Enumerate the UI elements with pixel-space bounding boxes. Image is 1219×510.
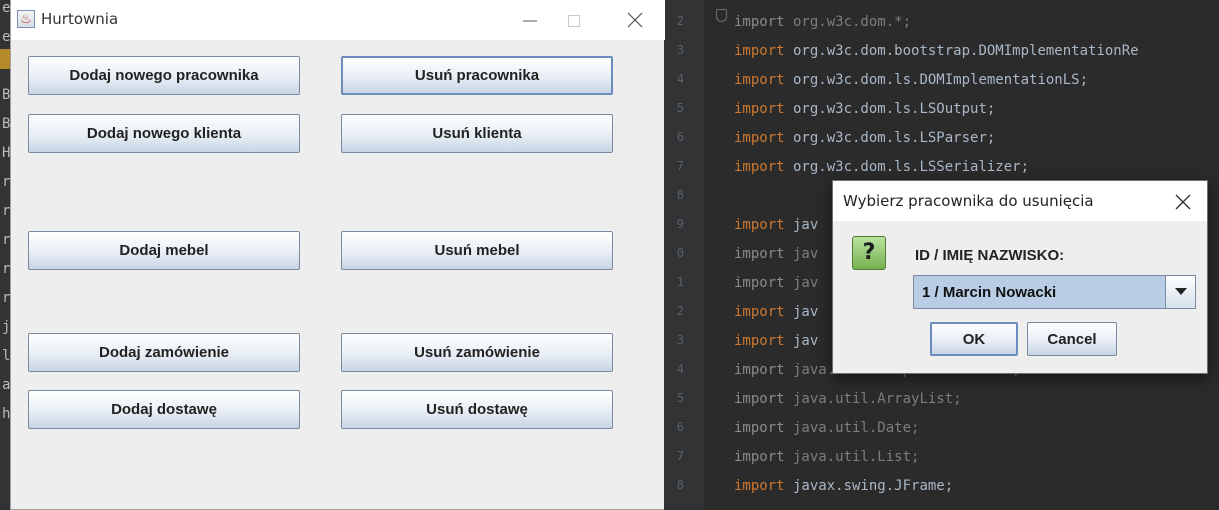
code-line: import jav <box>734 302 818 322</box>
code-identifier: java.util.ArrayList; <box>784 391 962 407</box>
code-line: import jav <box>734 244 818 264</box>
code-identifier: org.w3c.dom.bootstrap.DOMImplementationR… <box>784 43 1139 59</box>
code-keyword: import <box>734 159 785 175</box>
maximize-button[interactable] <box>554 6 594 34</box>
code-line: import org.w3c.dom.*; <box>734 12 911 32</box>
line-number: 8 <box>676 478 684 492</box>
code-line: import java.util.List; <box>734 447 919 467</box>
code-identifier: jav <box>784 333 819 349</box>
code-identifier: org.w3c.dom.ls.LSSerializer; <box>784 159 1030 175</box>
code-identifier: org.w3c.dom.ls.DOMImplementationLS; <box>784 72 1089 88</box>
code-line: import org.w3c.dom.ls.DOMImplementationL… <box>734 70 1088 90</box>
select-arrow-button[interactable] <box>1165 276 1195 308</box>
line-number: 4 <box>676 72 684 86</box>
code-keyword: import <box>734 72 785 88</box>
code-identifier: java.util.Date; <box>784 420 920 436</box>
ok-button[interactable]: OK <box>930 322 1018 356</box>
line-number: 8 <box>676 188 684 202</box>
dialog-title: Wybierz pracownika do usunięcia <box>843 192 1094 210</box>
line-number: 6 <box>676 420 684 434</box>
add-order-button[interactable]: Dodaj zamówienie <box>28 333 300 372</box>
hurtownia-window: ♨ Hurtownia Dodaj nowego pracownika Usuń… <box>10 0 665 510</box>
line-number: 4 <box>676 362 684 376</box>
cancel-button[interactable]: Cancel <box>1027 322 1117 356</box>
code-line: import jav <box>734 273 818 293</box>
code-keyword: import <box>734 304 785 320</box>
line-number: 7 <box>676 449 684 463</box>
code-keyword: import <box>734 217 785 233</box>
code-line: import javax.swing.JFrame; <box>734 476 953 496</box>
line-number: 6 <box>676 130 684 144</box>
code-keyword: import <box>734 449 785 465</box>
close-icon <box>627 12 643 28</box>
window-title-bar[interactable]: ♨ Hurtownia <box>11 0 665 40</box>
remove-order-button[interactable]: Usuń zamówienie <box>341 333 613 372</box>
line-number: 5 <box>676 391 684 405</box>
code-line: import java.util.Date; <box>734 418 919 438</box>
code-identifier: jav <box>784 217 819 233</box>
remove-delivery-button[interactable]: Usuń dostawę <box>341 390 613 429</box>
code-keyword: import <box>734 333 785 349</box>
code-keyword: import <box>734 478 785 494</box>
question-icon: ? <box>852 236 886 270</box>
add-client-button[interactable]: Dodaj nowego klienta <box>28 114 300 153</box>
code-identifier: org.w3c.dom.ls.LSOutput; <box>784 101 996 117</box>
employee-select[interactable]: 1 / Marcin Nowacki <box>913 275 1196 309</box>
close-button[interactable] <box>615 6 655 34</box>
maximize-icon <box>568 15 580 27</box>
code-keyword: import <box>734 246 785 262</box>
code-line: import org.w3c.dom.ls.LSParser; <box>734 128 995 148</box>
code-keyword: import <box>734 420 785 436</box>
editor-line-gutter: 2 3 4 5 6 7 8 9 0 1 2 3 4 5 6 7 8 <box>664 0 704 510</box>
code-identifier: org.w3c.dom.ls.LSParser; <box>784 130 996 146</box>
code-identifier: java.util.List; <box>784 449 920 465</box>
line-number: 9 <box>676 217 684 231</box>
line-number: 2 <box>676 14 684 28</box>
code-keyword: import <box>734 362 785 378</box>
code-identifier: jav <box>784 246 819 262</box>
line-number: 3 <box>676 333 684 347</box>
add-furniture-button[interactable]: Dodaj mebel <box>28 231 300 270</box>
code-identifier: jav <box>784 275 819 291</box>
code-keyword: import <box>734 101 785 117</box>
add-delivery-button[interactable]: Dodaj dostawę <box>28 390 300 429</box>
minimize-icon <box>523 20 537 22</box>
employee-select-value: 1 / Marcin Nowacki <box>922 284 1057 301</box>
code-keyword: import <box>734 275 785 291</box>
add-employee-button[interactable]: Dodaj nowego pracownika <box>28 56 300 95</box>
code-keyword: import <box>734 43 785 59</box>
remove-employee-button[interactable]: Usuń pracownika <box>341 56 613 95</box>
window-title: Hurtownia <box>41 10 119 28</box>
fold-icon[interactable] <box>716 9 727 22</box>
code-line: import org.w3c.dom.bootstrap.DOMImplemen… <box>734 41 1139 61</box>
line-number: 3 <box>676 43 684 57</box>
code-keyword: import <box>734 391 785 407</box>
line-number: 5 <box>676 101 684 115</box>
remove-furniture-button[interactable]: Usuń mebel <box>341 231 613 270</box>
code-identifier: org.w3c.dom.*; <box>784 14 912 30</box>
dialog-message: ID / IMIĘ NAZWISKO: <box>915 247 1065 264</box>
dialog-title-bar[interactable]: Wybierz pracownika do usunięcia <box>833 181 1207 221</box>
code-line: import org.w3c.dom.ls.LSOutput; <box>734 99 995 119</box>
line-number: 2 <box>676 304 684 318</box>
line-number: 1 <box>676 275 684 289</box>
code-line: import java.util.ArrayList; <box>734 389 962 409</box>
code-keyword: import <box>734 14 785 30</box>
code-line: import jav <box>734 215 818 235</box>
line-number: 0 <box>676 246 684 260</box>
chevron-down-icon <box>1175 288 1187 295</box>
code-line: import jav <box>734 331 818 351</box>
code-identifier: javax.swing.JFrame; <box>784 478 954 494</box>
code-identifier: jav <box>784 304 819 320</box>
close-icon <box>1175 194 1191 210</box>
dialog-close-button[interactable] <box>1171 190 1195 214</box>
java-app-icon: ♨ <box>17 10 35 28</box>
minimize-button[interactable] <box>510 6 550 34</box>
remove-employee-dialog: Wybierz pracownika do usunięcia ? ID / I… <box>832 180 1208 374</box>
remove-client-button[interactable]: Usuń klienta <box>341 114 613 153</box>
code-keyword: import <box>734 130 785 146</box>
line-number: 7 <box>676 159 684 173</box>
code-line: import org.w3c.dom.ls.LSSerializer; <box>734 157 1029 177</box>
